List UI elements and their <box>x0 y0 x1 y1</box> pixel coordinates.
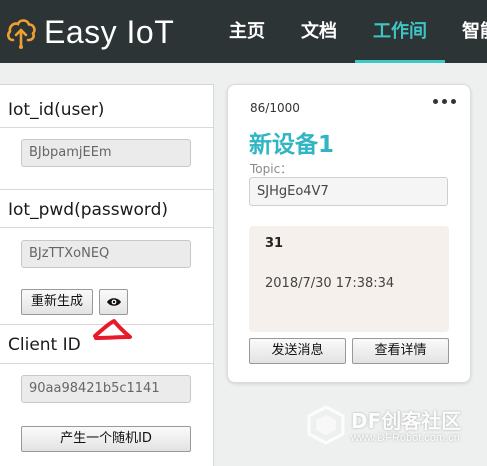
cloud-icon <box>6 14 36 50</box>
last-message-time: 2018/7/30 17:38:34 <box>265 276 395 291</box>
device-name: 新设备1 <box>249 132 335 158</box>
device-card: 86/1000 新设备1 Topic： SJHgEo4V7 31 2018/7/… <box>227 84 471 383</box>
iot-id-title: Iot_id(user) <box>8 100 105 120</box>
topic-label: Topic： <box>250 162 293 176</box>
dfrobot-logo-icon <box>305 405 347 450</box>
reveal-password-button[interactable] <box>99 289 128 315</box>
nav-docs[interactable]: 文档 <box>301 0 337 63</box>
iot-id-field[interactable]: BJbpamjEEm <box>21 139 191 167</box>
random-id-button[interactable]: 产生一个随机ID <box>21 426 191 452</box>
watermark-title: DF创客社区 <box>351 409 462 433</box>
device-count: 86/1000 <box>250 101 300 115</box>
last-message-box: 31 2018/7/30 17:38:34 <box>249 226 449 332</box>
divider <box>0 127 213 128</box>
topic-field[interactable]: SJHgEo4V7 <box>249 177 448 206</box>
iot-pwd-field[interactable]: BJzTTXoNEQ <box>21 240 191 268</box>
eye-icon <box>106 294 122 309</box>
view-details-button[interactable]: 查看详情 <box>352 338 449 364</box>
watermark: DF创客社区 www.DFRobot.com.cn <box>305 405 461 450</box>
nav-smart[interactable]: 智能 <box>462 0 487 63</box>
watermark-url: www.DFRobot.com.cn <box>351 432 460 444</box>
regenerate-button[interactable]: 重新生成 <box>21 289 93 315</box>
client-id-field[interactable]: 90aa98421b5c1141 <box>21 375 191 403</box>
divider <box>0 227 213 228</box>
brand-name: Easy IoT <box>44 14 175 50</box>
nav-workspace[interactable]: 工作间 <box>373 0 427 63</box>
nav-active-indicator <box>355 60 445 63</box>
brand[interactable]: Easy IoT <box>6 12 174 52</box>
divider <box>0 189 213 190</box>
annotation-arrow-icon <box>93 319 132 340</box>
credentials-panel: Iot_id(user) BJbpamjEEm Iot_pwd(password… <box>0 84 214 466</box>
iot-pwd-title: Iot_pwd(password) <box>8 200 169 220</box>
more-dots-icon[interactable] <box>433 99 457 105</box>
send-message-button[interactable]: 发送消息 <box>249 338 346 364</box>
client-id-title: Client ID <box>8 335 81 355</box>
top-navbar: Easy IoT 主页 文档 工作间 智能 <box>0 0 487 63</box>
last-message-value: 31 <box>265 236 284 251</box>
nav-home[interactable]: 主页 <box>229 0 265 63</box>
divider <box>0 363 213 364</box>
